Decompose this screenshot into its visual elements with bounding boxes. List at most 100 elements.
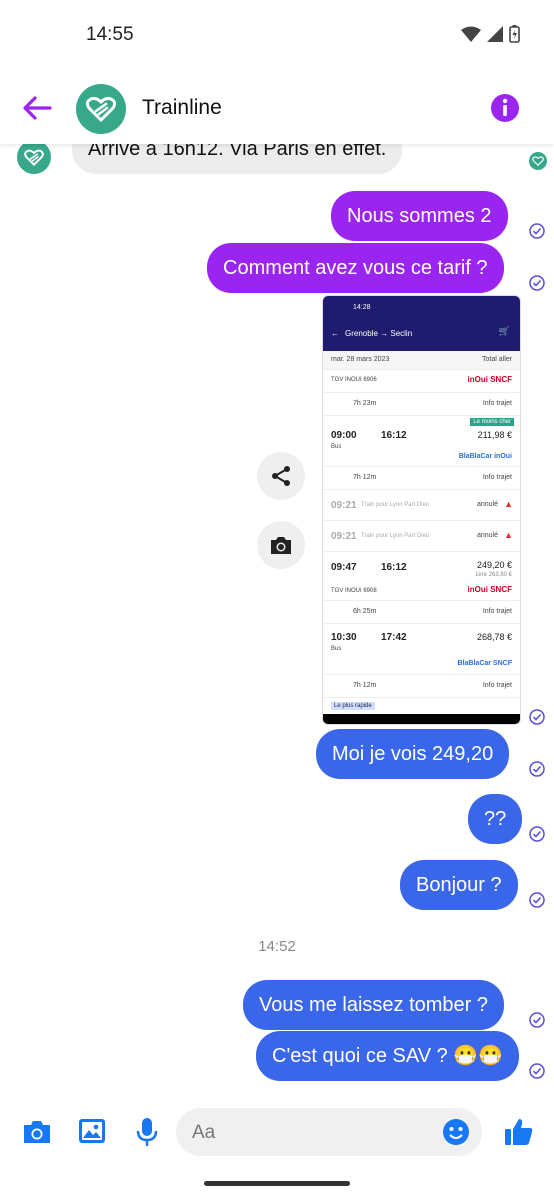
message-input[interactable]: Aa: [176, 1108, 482, 1156]
screenshot-row: 09:21 Train pour Lyon Part Dieu annulé ▲: [323, 521, 520, 552]
trainline-logo-icon: [532, 156, 544, 166]
train-name: TGV INOUI 6906: [331, 377, 377, 383]
camera-icon[interactable]: [22, 1119, 52, 1145]
status-time: 14:55: [86, 24, 134, 45]
info-icon[interactable]: [490, 93, 520, 123]
share-icon: [272, 466, 290, 486]
mode-label: Bus: [331, 444, 342, 450]
warning-icon: ▲: [504, 530, 513, 540]
info-link: Info trajet: [482, 608, 512, 615]
price: 211,98 €: [477, 430, 512, 440]
status-icons: [461, 25, 520, 43]
screenshot-route: Grenoble → Seclin: [345, 329, 413, 338]
avatar[interactable]: [76, 84, 126, 134]
departure-time: 09:00: [331, 430, 357, 441]
screenshot-attachment[interactable]: 14:28 ← Grenoble → Seclin 🛒 mar. 28 mars…: [322, 295, 521, 725]
screenshot-date-row: mar. 28 mars 2023 Total aller: [323, 351, 520, 370]
message-input-placeholder: Aa: [192, 1122, 216, 1143]
delivered-check-icon: [529, 223, 545, 239]
departure-time: 09:47: [331, 562, 357, 573]
delivered-check-icon: [529, 892, 545, 908]
delivered-check-icon: [529, 1012, 545, 1028]
screenshot-row: 7h 12m Info trajet: [323, 467, 520, 490]
microphone-icon[interactable]: [136, 1117, 158, 1147]
gallery-icon[interactable]: [78, 1118, 106, 1144]
like-icon[interactable]: [504, 1117, 534, 1147]
info-link: Info trajet: [482, 400, 512, 407]
screenshot-row: TGV INOUI 6906 inOui SNCF: [323, 370, 520, 393]
back-arrow-icon[interactable]: [22, 94, 52, 122]
delivered-check-icon: [529, 826, 545, 842]
screenshot-row: 09:47 16:12 249,20 € 1ère 263,80 € TGV I…: [323, 552, 520, 601]
sent-message[interactable]: Comment avez vous ce tarif ?: [207, 243, 504, 293]
blablacar-logo: BlaBlaCar inOui: [458, 453, 512, 460]
delivered-check-icon: [529, 1063, 545, 1079]
cart-icon: 🛒: [498, 326, 510, 336]
price: 249,20 €: [476, 560, 512, 570]
warning-icon: ▲: [504, 499, 513, 509]
screenshot-total: Total aller: [482, 356, 512, 363]
blablacar-logo: BlaBlaCar SNCF: [457, 660, 512, 667]
duration: 7h 12m: [353, 474, 377, 481]
sent-message[interactable]: ??: [468, 794, 523, 844]
gesture-bar: [204, 1181, 350, 1186]
sncf-logo: inOui SNCF: [467, 375, 512, 384]
trainline-logo-icon: [24, 149, 44, 166]
departure-time: 09:21: [331, 500, 357, 511]
sent-message[interactable]: Bonjour ?: [400, 860, 518, 910]
sent-message[interactable]: Vous me laissez tomber ?: [243, 980, 504, 1030]
departure-time: 10:30: [331, 632, 357, 643]
status-label: annulé: [476, 501, 498, 508]
emoji-icon[interactable]: [442, 1118, 470, 1146]
screenshot-row: 7h 12m Info trajet: [323, 675, 520, 698]
arrival-time: 17:42: [381, 632, 407, 643]
screenshot-row: 09:21 Train pour Lyon Part Dieu annulé ▲: [323, 490, 520, 521]
back-arrow-icon: ←: [331, 329, 339, 338]
camera-icon: [271, 537, 291, 554]
share-button[interactable]: [257, 452, 305, 500]
screenshot-time: 14:28: [353, 304, 371, 311]
arrival-time: 16:12: [381, 562, 407, 573]
signal-icon: [487, 26, 503, 42]
cheapest-badge: Le moins cher: [470, 418, 514, 426]
wifi-icon: [461, 26, 481, 42]
trainline-logo-icon: [86, 96, 116, 122]
screenshot-row: Le moins cher 09:00 16:12 Bus 211,98 € B…: [323, 416, 520, 467]
screenshot-row: 7h 23m Info trajet: [323, 393, 520, 416]
info-link: Info trajet: [482, 474, 512, 481]
screenshot-row: 6h 25m Info trajet: [323, 601, 520, 624]
train-label: Train pour Lyon Part Dieu: [361, 533, 430, 539]
mode-label: Bus: [331, 646, 342, 652]
delivered-check-icon: [529, 761, 545, 777]
composer-bar: Aa: [0, 1105, 554, 1161]
chat-header: Trainline: [0, 72, 554, 144]
duration: 7h 12m: [353, 682, 377, 689]
status-bar: 14:55: [0, 0, 554, 70]
departure-time: 09:21: [331, 531, 357, 542]
delivered-check-icon: [529, 275, 545, 291]
screenshot-row: 10:30 17:42 Bus 268,78 € BlaBlaCar SNCF: [323, 624, 520, 675]
price: 268,78 €: [476, 632, 512, 642]
sent-message[interactable]: Moi je vois 249,20: [316, 729, 510, 779]
sncf-logo: inOui SNCF: [467, 585, 512, 594]
page-title: Trainline: [142, 96, 222, 119]
camera-button[interactable]: [257, 521, 305, 569]
delivered-check-icon: [529, 709, 545, 725]
info-link: Info trajet: [482, 682, 512, 689]
sent-message[interactable]: Nous sommes 2: [331, 191, 508, 241]
seen-avatar: [529, 152, 547, 170]
first-class-price: 1ère 263,80 €: [474, 572, 512, 578]
arrival-time: 16:12: [381, 430, 407, 441]
train-name: TGV INOUI 6908: [331, 588, 377, 594]
screenshot-header: 14:28 ← Grenoble → Seclin 🛒: [323, 296, 520, 351]
sender-avatar: [17, 140, 51, 174]
screenshot-date: mar. 28 mars 2023: [331, 356, 390, 363]
screenshot-nav: [323, 714, 520, 724]
battery-icon: [509, 25, 520, 43]
sent-message[interactable]: C'est quoi ce SAV ? 😷😷: [256, 1031, 520, 1081]
duration: 7h 23m: [353, 400, 377, 407]
fastest-badge: Le plus rapide: [331, 702, 375, 710]
train-label: Train pour Lyon Part Dieu: [361, 502, 430, 508]
status-label: annulé: [476, 532, 498, 539]
timestamp: 14:52: [258, 938, 296, 955]
